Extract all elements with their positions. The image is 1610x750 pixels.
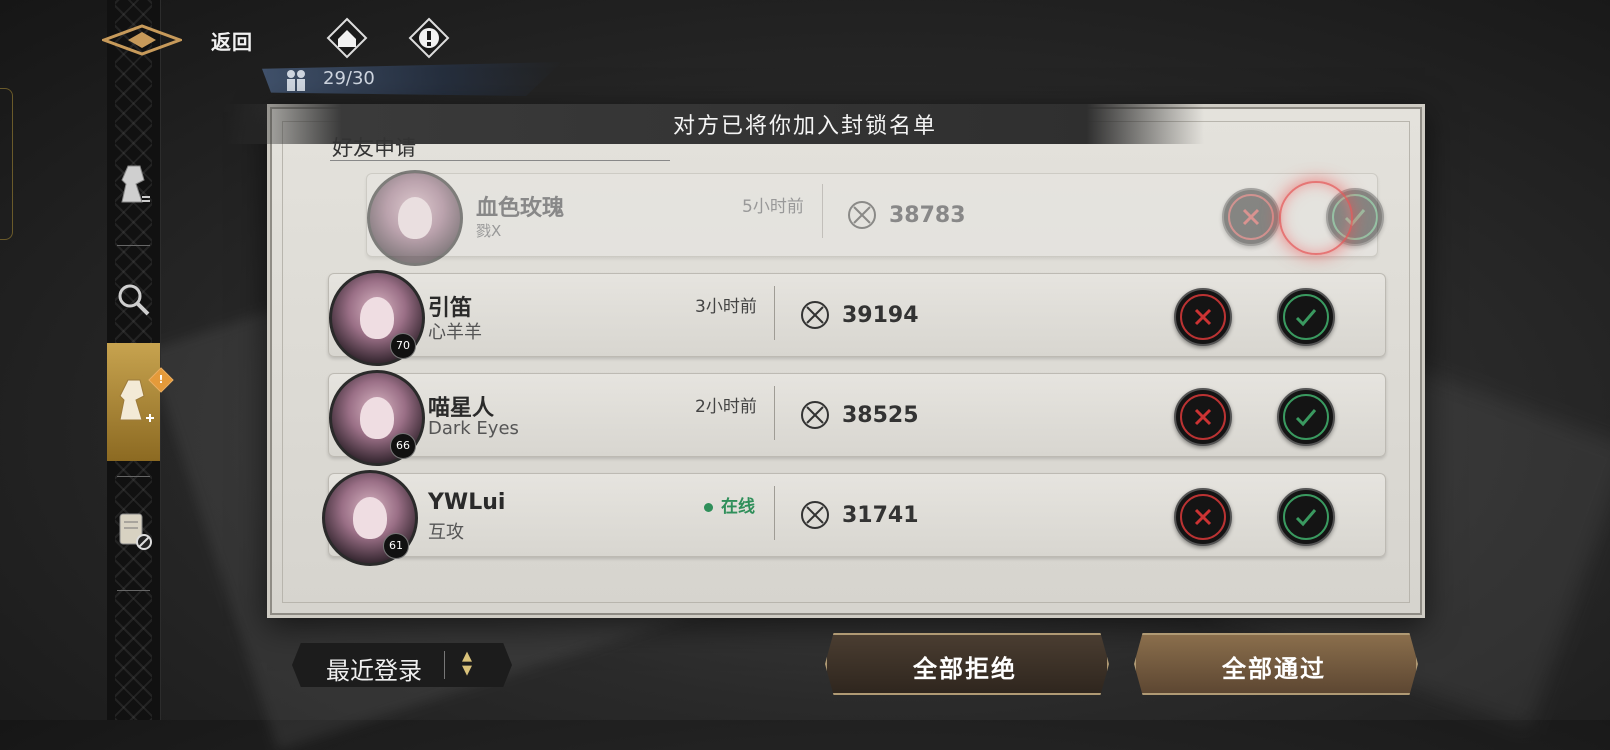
online-status: 在线 xyxy=(704,492,755,517)
accept-all-label[interactable]: 全部通过 xyxy=(1134,649,1414,684)
sort-divider xyxy=(444,651,445,679)
row-divider xyxy=(774,286,775,340)
blocked-scroll-icon xyxy=(119,513,152,550)
reject-button[interactable] xyxy=(1174,288,1232,346)
avatar[interactable]: 70 xyxy=(329,270,425,366)
close-icon xyxy=(1194,308,1212,326)
player-name: 血色玫瑰 xyxy=(476,196,565,221)
accept-button[interactable] xyxy=(1277,488,1335,546)
avatar[interactable] xyxy=(367,170,463,266)
rail-friend-requests[interactable]: ! xyxy=(107,343,174,461)
accept-button[interactable] xyxy=(1277,288,1335,346)
friend-list-icon xyxy=(120,165,150,203)
combat-power: 31741 xyxy=(842,503,919,528)
player-guild: 戮X xyxy=(476,222,502,240)
rail-divider xyxy=(117,590,150,591)
avatar[interactable]: 66 xyxy=(329,370,425,466)
player-name: YWLui xyxy=(428,490,506,515)
request-time: 2小时前 xyxy=(695,397,757,417)
check-icon xyxy=(1295,409,1317,427)
search-icon xyxy=(118,284,149,316)
back-button[interactable]: 返回 xyxy=(211,26,253,55)
combat-power: 38783 xyxy=(889,203,966,228)
avatar[interactable]: 61 xyxy=(322,470,418,566)
crossed-swords-icon xyxy=(801,501,829,529)
crossed-swords-icon xyxy=(801,401,829,429)
player-guild: 心羊羊 xyxy=(428,322,482,343)
rail-blacklist[interactable] xyxy=(107,500,160,560)
sort-label[interactable]: 最近登录 xyxy=(326,651,422,686)
player-guild: 互攻 xyxy=(428,522,464,543)
press-glow-effect xyxy=(1279,181,1353,255)
sort-arrows-icon[interactable]: ▲ ▼ xyxy=(462,650,472,678)
friend-count: 29/30 xyxy=(323,68,375,89)
player-level: 61 xyxy=(383,533,409,559)
toast-message: 对方已将你加入封锁名单 xyxy=(672,114,937,139)
section-underline xyxy=(330,160,670,161)
crossed-swords-icon xyxy=(801,301,829,329)
friends-count-icon xyxy=(287,70,305,91)
player-guild: Dark Eyes xyxy=(428,418,519,439)
alert-icon[interactable] xyxy=(408,17,450,59)
close-icon xyxy=(1194,408,1212,426)
reject-button[interactable] xyxy=(1174,488,1232,546)
reject-button[interactable] xyxy=(1222,188,1280,246)
player-level: 70 xyxy=(390,333,416,359)
rail-search[interactable] xyxy=(107,270,160,330)
row-divider xyxy=(822,184,823,238)
request-time: 5小时前 xyxy=(742,197,804,217)
combat-power: 39194 xyxy=(842,303,919,328)
player-level: 66 xyxy=(390,433,416,459)
combat-power: 38525 xyxy=(842,403,919,428)
online-dot-icon xyxy=(704,502,713,512)
close-icon xyxy=(1194,508,1212,526)
row-divider xyxy=(774,386,775,440)
close-icon xyxy=(1242,208,1260,226)
rail-divider xyxy=(117,476,150,477)
request-time: 3小时前 xyxy=(695,297,757,317)
section-title: 好友申请 xyxy=(332,136,416,160)
crossed-swords-icon xyxy=(848,201,876,229)
rail-friend-list[interactable] xyxy=(107,155,160,215)
check-icon xyxy=(1295,509,1317,527)
row-divider xyxy=(774,486,775,540)
back-logo-icon[interactable] xyxy=(102,22,182,58)
accept-button[interactable] xyxy=(1277,388,1335,446)
check-icon xyxy=(1295,309,1317,327)
reject-button[interactable] xyxy=(1174,388,1232,446)
rail-divider xyxy=(117,245,150,246)
home-icon[interactable] xyxy=(326,17,368,59)
reject-all-label[interactable]: 全部拒绝 xyxy=(825,649,1105,684)
